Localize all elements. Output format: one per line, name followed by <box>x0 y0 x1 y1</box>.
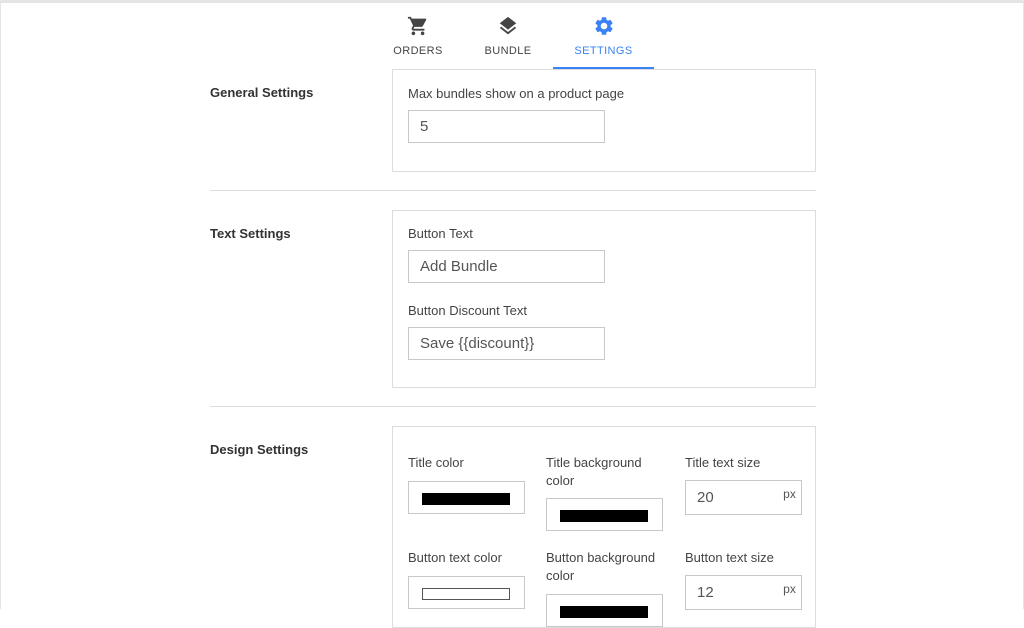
tab-bundle-label: BUNDLE <box>484 45 532 57</box>
gear-icon <box>594 17 613 35</box>
title-color-swatch <box>422 493 510 505</box>
general-settings-card: Max bundles show on a product page <box>392 69 816 172</box>
tab-orders-label: ORDERS <box>393 45 443 57</box>
max-bundles-label: Max bundles show on a product page <box>408 86 625 101</box>
window-left-border <box>0 0 1 609</box>
max-bundles-input[interactable] <box>408 110 605 143</box>
button-text-size-label: Button text size <box>685 550 774 565</box>
title-color-label: Title color <box>408 455 464 470</box>
button-text-color-picker[interactable] <box>408 576 525 609</box>
button-background-color-swatch <box>560 606 648 618</box>
general-settings-title: General Settings <box>210 85 314 100</box>
title-background-color-swatch <box>560 510 648 522</box>
button-text-input[interactable] <box>408 250 605 283</box>
button-discount-text-label: Button Discount Text <box>408 303 527 318</box>
cart-icon <box>407 16 427 36</box>
title-text-size-unit: px <box>778 480 802 515</box>
title-text-size-input[interactable] <box>685 480 779 515</box>
button-text-size-input[interactable] <box>685 575 779 610</box>
button-text-color-swatch <box>422 588 510 600</box>
button-discount-text-input[interactable] <box>408 327 605 360</box>
title-text-size-label: Title text size <box>685 455 761 470</box>
tab-settings-label: SETTINGS <box>574 45 633 57</box>
title-background-color-label: Title background color <box>546 455 642 488</box>
button-background-color-picker[interactable] <box>546 594 663 627</box>
tab-bar: ORDERS BUNDLE SETTINGS <box>0 3 1024 69</box>
layers-icon <box>499 16 517 35</box>
button-background-color-label: Button background color <box>546 550 656 583</box>
button-text-label: Button Text <box>408 226 473 241</box>
tab-bundle[interactable]: BUNDLE <box>476 3 540 69</box>
design-settings-title: Design Settings <box>210 442 309 457</box>
tab-orders[interactable]: ORDERS <box>386 3 450 69</box>
design-settings-card: Title color Title background color Title… <box>392 426 816 628</box>
title-color-picker[interactable] <box>408 481 525 514</box>
title-background-color-picker[interactable] <box>546 498 663 531</box>
section-divider <box>210 190 816 191</box>
text-settings-card: Button Text Button Discount Text <box>392 210 816 388</box>
section-divider <box>210 406 816 407</box>
tab-settings[interactable]: SETTINGS <box>553 3 654 69</box>
text-settings-title: Text Settings <box>210 226 291 241</box>
button-text-color-label: Button text color <box>408 550 502 565</box>
button-text-size-unit: px <box>778 575 802 610</box>
